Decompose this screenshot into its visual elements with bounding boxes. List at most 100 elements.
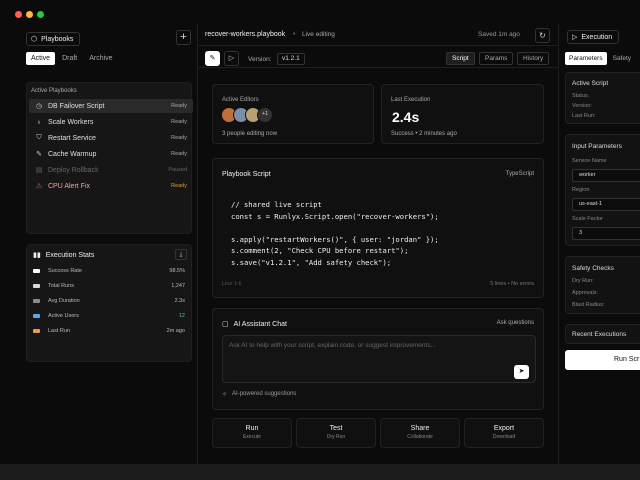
stat-value: 98.5% (169, 268, 185, 274)
service-name-field[interactable]: worker (572, 169, 640, 182)
stat-label: Last Run (48, 328, 71, 334)
tab-draft[interactable]: Draft (57, 52, 82, 65)
service-name-label: Service Name (572, 158, 607, 164)
share-action-button[interactable]: Share Collaborate (380, 418, 460, 448)
execution-panel: ▷ Execution Parameters Safety Active Scr… (558, 24, 640, 464)
playbook-item[interactable]: ▤ Deploy Rollback Paused (29, 163, 193, 177)
tab-script[interactable]: Script (446, 52, 475, 65)
add-playbook-button[interactable]: + (176, 30, 191, 45)
play-icon: ▷ (228, 55, 235, 62)
action-label: Export (493, 425, 515, 432)
playbook-item[interactable]: ⛉ Restart Service Ready (29, 131, 193, 145)
live-editing-label: Live editing (302, 31, 335, 38)
playbook-status: Ready (171, 119, 187, 125)
playbooks-title: Playbooks (41, 35, 74, 43)
active-script-title: Active Script (572, 80, 609, 87)
edit-button[interactable]: ✎ (205, 51, 220, 66)
safety-checks-title: Safety Checks (572, 265, 614, 272)
playbook-item[interactable]: ♁ Scale Workers Ready (29, 115, 193, 129)
tab-parameters[interactable]: Parameters (565, 52, 607, 65)
play-icon: ▷ (572, 34, 578, 41)
action-sub: Download (492, 434, 516, 440)
stat-label: Total Runs (48, 283, 74, 289)
tab-history[interactable]: History (517, 52, 550, 65)
bar-chart-icon: ▮▮ (33, 252, 41, 259)
active-script-card: Active Script Status: Version: Last Run: (565, 72, 640, 124)
stat-label: Avg Duration (48, 298, 80, 304)
ai-chat-card: ▢ AI Assistant Chat Ask questions ➤ ✧ AI… (212, 308, 544, 410)
cube-icon: ⬡ (31, 36, 38, 43)
separator-dot: • (293, 31, 296, 38)
chat-input-box: ➤ (222, 335, 536, 383)
stat-swatch (33, 314, 40, 318)
execution-button[interactable]: ▷ Execution (567, 30, 620, 44)
warning-icon: ⚠ (35, 183, 43, 190)
stats-title: Execution Stats (45, 251, 95, 259)
playbook-name: Deploy Rollback (48, 166, 99, 174)
app-window: ⬡ Playbooks + Active Draft Archive Activ… (0, 0, 640, 464)
playbook-filter-tabs: Active Draft Archive (26, 52, 118, 65)
chat-input[interactable] (229, 342, 509, 349)
refresh-button[interactable]: ↻ (535, 28, 550, 43)
last-execution-caption: Success • 2 minutes ago (391, 131, 457, 137)
playbook-name: CPU Alert Fix (48, 182, 91, 190)
scale-factor-label: Scale Factor (572, 216, 603, 222)
playbook-item[interactable]: ✎ Cache Warmup Ready (29, 147, 193, 161)
stat-value: 12 (178, 313, 185, 319)
action-label: Test (329, 425, 343, 432)
version-label: Version: (248, 56, 272, 63)
approvals-key: Approvals: (572, 290, 598, 296)
close-window-icon[interactable] (15, 11, 22, 18)
clock-icon: ◷ (35, 103, 43, 110)
run-script-button[interactable]: Run Scr (565, 350, 640, 370)
code-editor[interactable]: // shared live script const s = Runlyx.Sc… (231, 199, 439, 268)
region-label: Region (572, 187, 590, 193)
playbook-name: Restart Service (48, 134, 96, 142)
wrench-icon: ✎ (36, 151, 42, 158)
action-label: Share (410, 425, 430, 432)
minimize-window-icon[interactable] (26, 11, 33, 18)
tab-active[interactable]: Active (26, 52, 56, 65)
version-select[interactable]: v1.2.1 (277, 53, 305, 65)
tab-safety[interactable]: Safety (609, 52, 635, 65)
extra-editors-badge[interactable]: +1 (257, 107, 273, 123)
action-label: Run (245, 425, 259, 432)
execution-stats-card: ▮▮ Execution Stats ⤓ Success Rate 98.5% … (26, 244, 192, 362)
action-sub: Execute (242, 434, 262, 440)
download-icon: ⤓ (179, 251, 183, 258)
execution-tabs: Parameters Safety (565, 52, 635, 65)
export-action-button[interactable]: Export Download (464, 418, 544, 448)
playbook-item[interactable]: ⚠ CPU Alert Fix Ready (29, 179, 193, 193)
stat-value: 2.3s (174, 298, 185, 304)
chat-header: ▢ AI Assistant Chat (222, 320, 287, 329)
recent-executions-card: Recent Executions (565, 324, 640, 344)
safety-checks-card: Safety Checks Dry Run: Approvals: Blast … (565, 256, 640, 314)
stat-swatch (33, 284, 40, 288)
maximize-window-icon[interactable] (37, 11, 44, 18)
play-button[interactable]: ▷ (224, 51, 239, 66)
dry-run-key: Dry Run: (572, 278, 594, 284)
playbook-status: Ready (171, 103, 187, 109)
test-action-button[interactable]: Test Dry Run (296, 418, 376, 448)
playbooks-button[interactable]: ⬡ Playbooks (26, 32, 81, 46)
stat-row: Success Rate 98.5% (33, 265, 185, 277)
tab-params[interactable]: Params (479, 52, 514, 65)
stat-value: 2m ago (166, 328, 185, 334)
editor-toolbar: ✎ ▷ Version: v1.2.1 Script Params Histor… (198, 48, 558, 68)
last-run-key: Last Run: (572, 113, 596, 119)
scale-factor-field[interactable]: 3 (572, 227, 640, 240)
execution-title: Execution (581, 33, 613, 41)
playbook-item[interactable]: ◷ DB Failover Script Ready (29, 99, 193, 113)
send-button[interactable]: ➤ (514, 365, 529, 379)
run-action-button[interactable]: Run Execute (212, 418, 292, 448)
ask-questions-label: Ask questions (496, 320, 534, 326)
stat-label: Success Rate (48, 268, 82, 274)
download-stats-button[interactable]: ⤓ (175, 249, 187, 260)
blast-radius-key: Blast Radius: (572, 302, 605, 308)
region-select[interactable]: us-east-1 (572, 198, 640, 211)
playbook-status: Ready (171, 183, 187, 189)
language-label: TypeScript (505, 171, 534, 177)
input-parameters-title: Input Parameters (572, 143, 622, 150)
tab-archive[interactable]: Archive (84, 52, 117, 65)
code-line: s.save("v1.2.1", "Add safety check"); (231, 257, 392, 267)
